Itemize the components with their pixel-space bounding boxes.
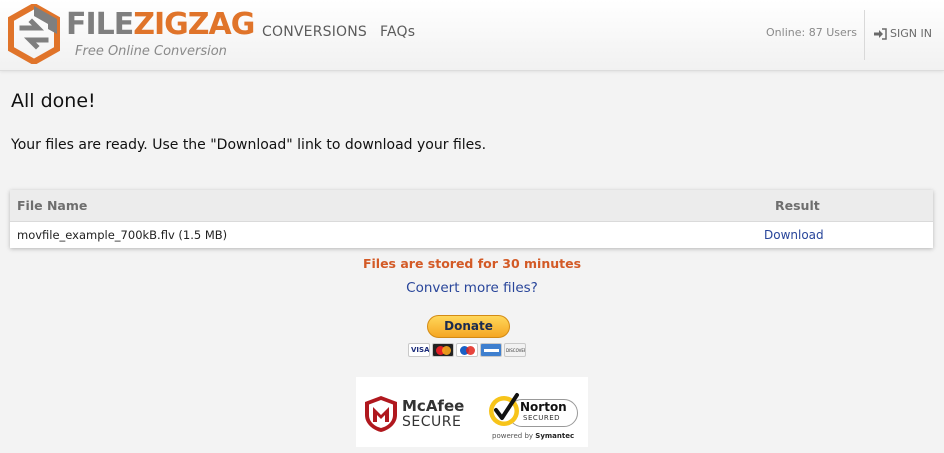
norton-secured-label: SECURED (523, 414, 561, 422)
download-link[interactable]: Download (764, 228, 824, 242)
file-name-cell: movfile_example_700kB.flv (1.5 MB) (17, 228, 228, 242)
convert-more-container: Convert more files? (0, 280, 944, 296)
header-divider (864, 10, 865, 60)
norton-powered-by: powered by Symantec (492, 432, 575, 440)
nav-conversions[interactable]: CONVERSIONS (262, 24, 367, 40)
mcafee-name: McAfee (402, 397, 465, 415)
discover-icon (504, 343, 526, 357)
column-header-result: Result (775, 198, 820, 213)
results-table-header: File Name Result (10, 190, 933, 222)
storage-note: Files are stored for 30 minutes (362, 256, 582, 271)
convert-more-link[interactable]: Convert more files? (406, 280, 538, 296)
ready-message: Your files are ready. Use the "Download"… (11, 137, 487, 153)
amex-icon (480, 343, 502, 357)
results-table: File Name Result movfile_example_700kB.f… (10, 190, 933, 248)
mcafee-shield-icon (365, 396, 397, 432)
nav-faqs[interactable]: FAQs (380, 24, 415, 40)
norton-name: Norton (520, 400, 567, 414)
table-row: movfile_example_700kB.flv (1.5 MB) Downl… (10, 222, 933, 248)
sign-in-link[interactable]: SIGN IN (874, 27, 932, 40)
donate-button[interactable]: Donate (427, 315, 510, 338)
site-logo[interactable]: FILEZIGZAG Free Online Conversion (8, 4, 255, 66)
sign-in-label: SIGN IN (890, 27, 932, 40)
maestro-icon (456, 343, 478, 357)
norton-secured-seal[interactable]: Norton SECURED powered by Symantec (486, 389, 582, 445)
online-users-status: Online: 87 Users (766, 26, 857, 39)
mastercard-icon (432, 343, 454, 357)
logo-tagline: Free Online Conversion (75, 44, 227, 59)
visa-icon (408, 343, 430, 357)
logo-wordmark: FILEZIGZAG (66, 7, 255, 42)
mcafee-secure-label: SECURE (402, 414, 462, 430)
trust-seals: McAfee SECURE Norton SECURED powered by … (356, 377, 588, 447)
zigzag-logo-icon (8, 4, 60, 64)
site-header: FILEZIGZAG Free Online Conversion CONVER… (0, 0, 944, 71)
mcafee-secure-seal[interactable]: McAfee SECURE (364, 395, 474, 435)
norton-check-icon (489, 393, 519, 426)
sign-in-icon (874, 27, 887, 40)
column-header-file-name: File Name (17, 198, 88, 213)
payment-cards (408, 343, 526, 357)
page-title: All done! (11, 90, 96, 112)
